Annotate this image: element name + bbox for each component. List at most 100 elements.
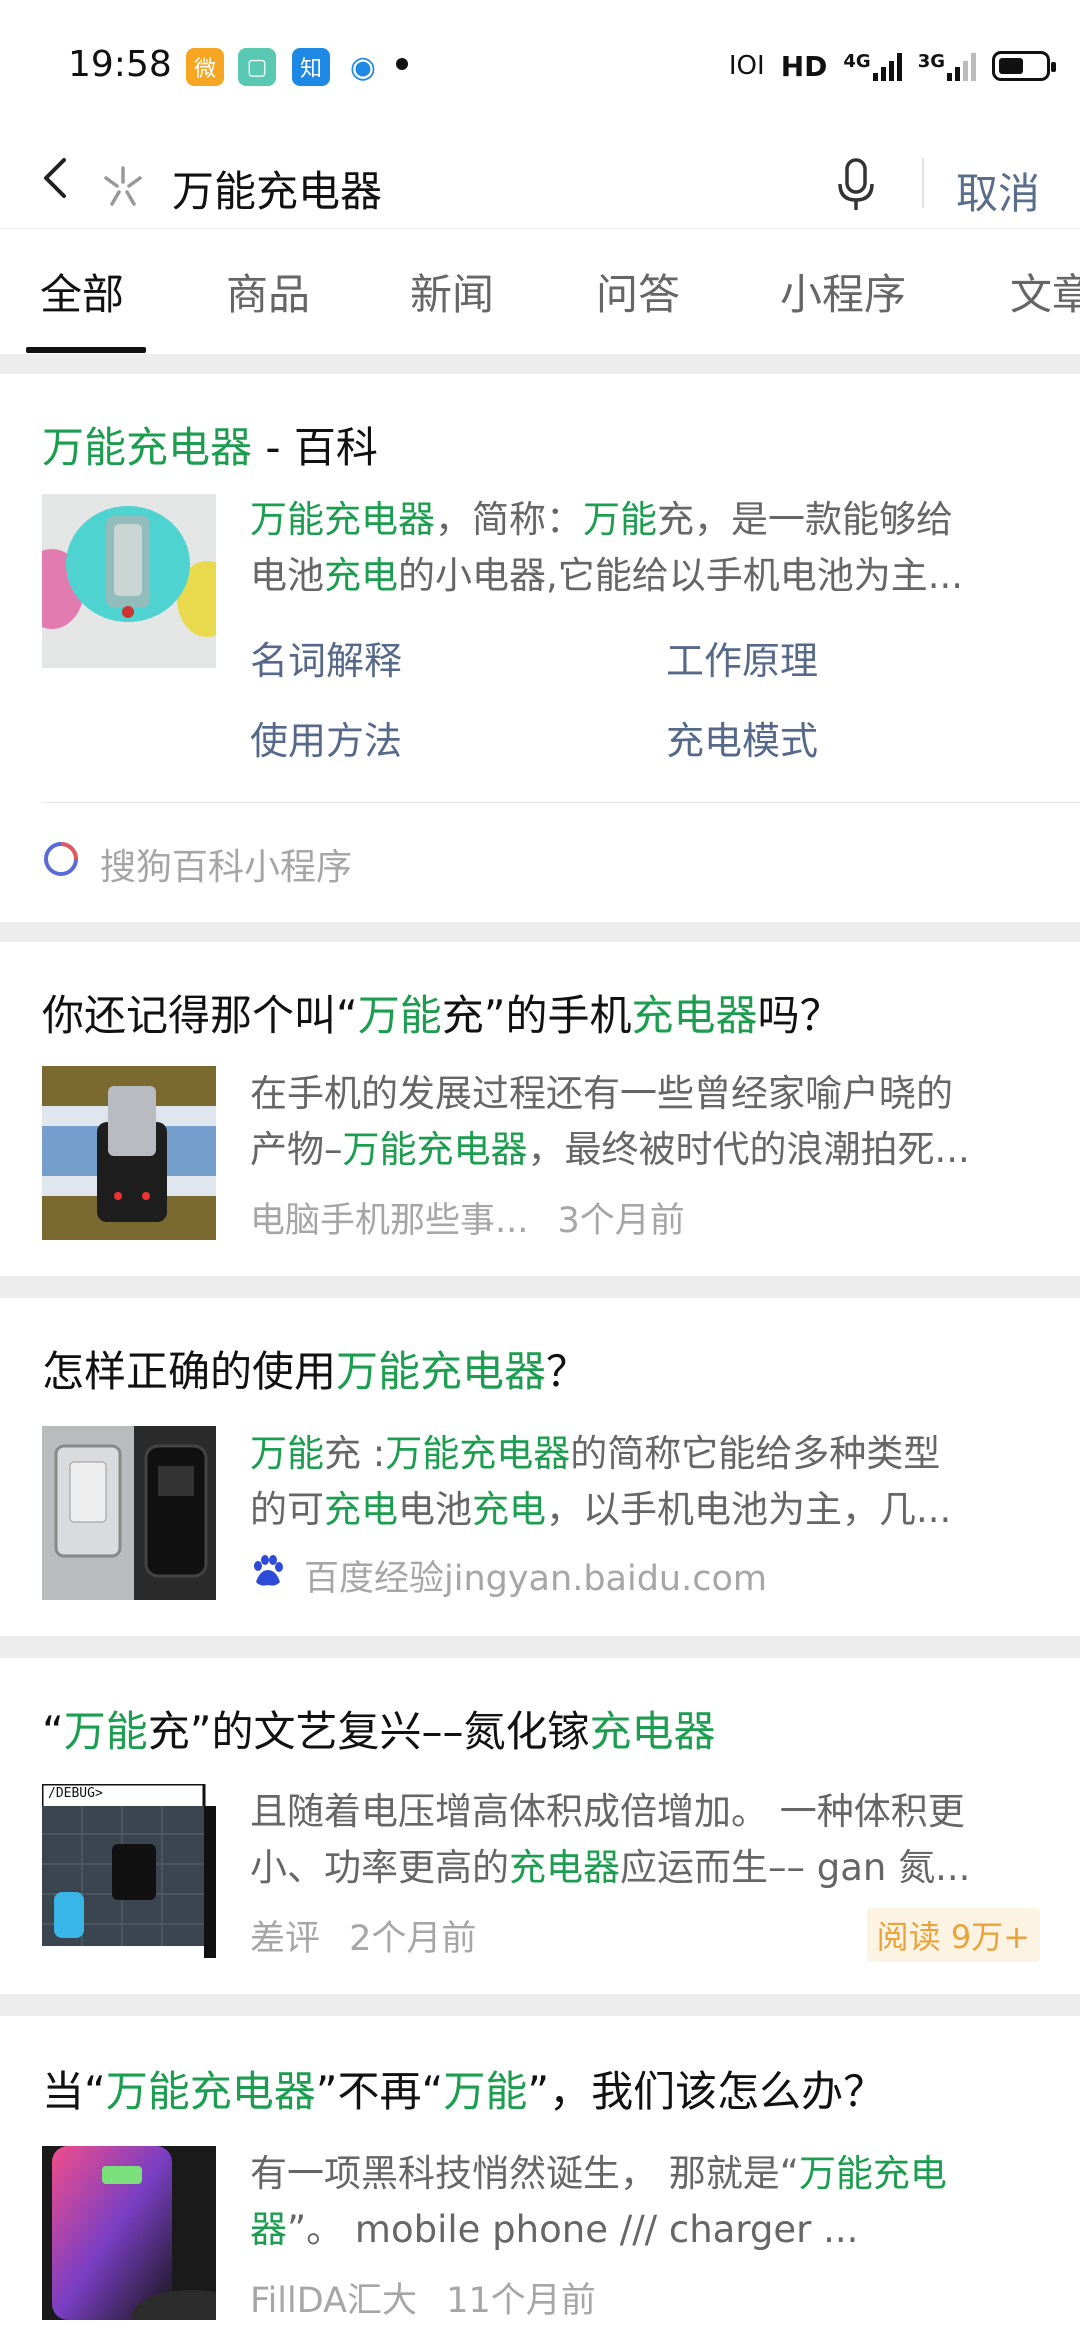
highlighted-keyword: 万能充电器 — [105, 2067, 316, 2116]
text-segment: 的小电器,它能给以手机电池为主... — [398, 554, 964, 597]
highlighted-keyword: 充电器 — [509, 1846, 620, 1889]
charger-image — [42, 494, 216, 668]
result-meta: FillDA汇大 11个月前 — [250, 2272, 596, 2323]
thumbnail-label: /DEBUG> — [48, 1786, 103, 1801]
vibrate-icon: ⅠOⅠ — [728, 51, 765, 81]
link-principle[interactable]: 工作原理 — [666, 630, 818, 685]
back-arrow-icon[interactable] — [30, 150, 86, 206]
result-time: 2个月前 — [349, 1919, 477, 1959]
link-charging-mode[interactable]: 充电模式 — [666, 710, 818, 765]
text-segment: 吗？ — [757, 991, 842, 1040]
search-spark-icon — [104, 166, 142, 206]
result-time: 11个月前 — [446, 2281, 596, 2321]
text-segment: ，简称： — [435, 498, 583, 541]
more-notifications-dot — [396, 58, 408, 70]
text-segment: ？ — [546, 1347, 589, 1396]
result-snippet: 有一项黑科技悄然诞生， 那就是“万能充电 器”。 mobile phone //… — [250, 2146, 1040, 2258]
tab-products[interactable]: 商品 — [226, 261, 310, 322]
signal-4g: 4G — [843, 51, 902, 81]
highlighted-keyword: 器 — [250, 2208, 287, 2251]
result-source: 百度经验jingyan.baidu.com — [304, 1559, 767, 1599]
link-usage[interactable]: 使用方法 — [250, 710, 402, 765]
result-meta: 电脑手机那些事... 3个月前 — [250, 1192, 685, 1243]
battery-icon — [992, 51, 1056, 81]
highlighted-keyword: 充电器 — [631, 991, 758, 1040]
tab-qa[interactable]: 问答 — [596, 261, 680, 322]
tab-mini-programs[interactable]: 小程序 — [780, 261, 906, 322]
result-source: 差评 — [250, 1919, 321, 1959]
text-segment: “ — [42, 1707, 64, 1756]
result-card-4[interactable]: 当“万能充电器”不再“万能”，我们该怎么办？ 有一项黑科技悄然诞生， 那就是“万… — [0, 2016, 1080, 2340]
microphone-icon[interactable] — [832, 156, 880, 212]
highlighted-keyword: 充电 — [472, 1488, 546, 1531]
cancel-button[interactable]: 取消 — [956, 160, 1040, 221]
sogou-logo-icon — [44, 842, 78, 876]
highlighted-keyword: 万能 — [357, 991, 442, 1040]
result-source: 电脑手机那些事... — [250, 1201, 529, 1241]
result-thumbnail: /DEBUG> — [42, 1784, 216, 1958]
text-segment: 怎样正确的使用 — [42, 1347, 337, 1396]
text-segment: 在手机的发展过程还有一些曾经家喻户晓的 — [250, 1072, 953, 1115]
result-snippet: 万能充 :万能充电器的简称它能给多种类型 的可充电电池充电，以手机电池为主，几.… — [250, 1426, 1040, 1538]
phone-charging-image — [42, 2146, 216, 2320]
weibo-app-icon: 微 — [186, 48, 224, 86]
result-title[interactable]: “万能充”的文艺复兴––氮化镓充电器 — [42, 1698, 716, 1759]
tab-articles[interactable]: 文章 — [1010, 261, 1080, 322]
highlighted-keyword: 充电器 — [589, 1707, 716, 1756]
zhihu-app-icon: 知 — [292, 48, 330, 86]
result-meta: 差评 2个月前 — [250, 1910, 476, 1961]
gallery-app-icon: ▢ — [238, 48, 276, 86]
text-segment: 你还记得那个叫“ — [42, 991, 358, 1040]
highlighted-keyword: 万能 — [250, 1432, 324, 1475]
tab-news[interactable]: 新闻 — [410, 261, 494, 322]
result-title[interactable]: 当“万能充电器”不再“万能”，我们该怎么办？ — [42, 2058, 885, 2119]
baike-source[interactable]: 搜狗百科小程序 — [100, 838, 352, 890]
highlighted-keyword: 万能充电器 — [342, 1128, 528, 1171]
text-segment: 电池 — [398, 1488, 472, 1531]
charger-photo — [42, 1066, 216, 1240]
result-card-2[interactable]: 怎样正确的使用万能充电器？ 万能充 :万能充电器的简称它能给多种类型 的可充电电… — [0, 1298, 1080, 1636]
hd-indicator: HD — [780, 49, 828, 83]
result-card-3[interactable]: “万能充”的文艺复兴––氮化镓充电器 /DEBUG> 且随着电压增高体积成倍增加… — [0, 1658, 1080, 1994]
baike-divider — [42, 802, 1080, 803]
text-segment: 应运而生–– gan 氮... — [620, 1846, 971, 1889]
signal-3g-bars-icon — [947, 51, 976, 81]
charger-photo — [42, 1426, 216, 1600]
result-card-1[interactable]: 你还记得那个叫“万能充”的手机充电器吗？ 在手机的发展过程还有一些曾经家喻户晓的… — [0, 942, 1080, 1276]
text-segment: 充”的文艺复兴––氮化镓 — [147, 1707, 590, 1756]
text-segment: 充”的手机 — [441, 991, 632, 1040]
text-segment: 有一项黑科技悄然诞生， 那就是“ — [250, 2152, 799, 2195]
baike-card[interactable]: 万能充电器 - 百科 万能充电器，简称：万能充，是一款能够给 电池充电的小电器,… — [0, 374, 1080, 922]
browser-app-icon: ◉ — [344, 48, 382, 86]
highlighted-keyword: 万能充电 — [798, 2152, 947, 2195]
highlighted-keyword: 万能 — [63, 1707, 148, 1756]
text-segment: ”，我们该怎么办？ — [527, 2067, 886, 2116]
text-segment: 充，是一款能够给 — [657, 498, 953, 541]
highlighted-keyword: 万能 — [443, 2067, 528, 2116]
signal-3g: 3G — [918, 51, 976, 81]
text-segment: 小、功率更高的 — [250, 1846, 509, 1889]
search-bar: 万能充电器 取消 — [0, 128, 1080, 228]
search-input[interactable]: 万能充电器 — [172, 158, 382, 219]
tab-all[interactable]: 全部 — [40, 261, 124, 322]
signal-4g-bars-icon — [872, 51, 902, 81]
result-title[interactable]: 你还记得那个叫“万能充”的手机充电器吗？ — [42, 982, 842, 1043]
link-definition[interactable]: 名词解释 — [250, 630, 402, 685]
result-thumbnail — [42, 1426, 216, 1600]
highlighted-keyword: 万能充电器 — [336, 1347, 547, 1396]
text-segment: ，最终被时代的浪潮拍死... — [527, 1128, 970, 1171]
highlighted-keyword: 充电 — [324, 1488, 398, 1531]
result-time: 3个月前 — [557, 1201, 685, 1241]
result-thumbnail — [42, 1066, 216, 1240]
result-thumbnail — [42, 2146, 216, 2320]
text-segment: 且随着电压增高体积成倍增加。 一种体积更 — [250, 1790, 965, 1833]
read-count-badge: 阅读 9万+ — [866, 1908, 1040, 1962]
text-segment: 产物– — [250, 1128, 343, 1171]
result-title[interactable]: 怎样正确的使用万能充电器？ — [42, 1338, 588, 1399]
search-divider — [922, 158, 924, 208]
text-segment: 的可 — [250, 1488, 324, 1531]
status-right: ⅠOⅠ HD 4G 3G — [728, 46, 1056, 86]
baike-description: 万能充电器，简称：万能充，是一款能够给 电池充电的小电器,它能给以手机电池为主.… — [250, 492, 1040, 604]
result-snippet: 且随着电压增高体积成倍增加。 一种体积更 小、功率更高的充电器应运而生–– ga… — [250, 1784, 1040, 1896]
baike-title[interactable]: 万能充电器 - 百科 — [42, 414, 378, 475]
